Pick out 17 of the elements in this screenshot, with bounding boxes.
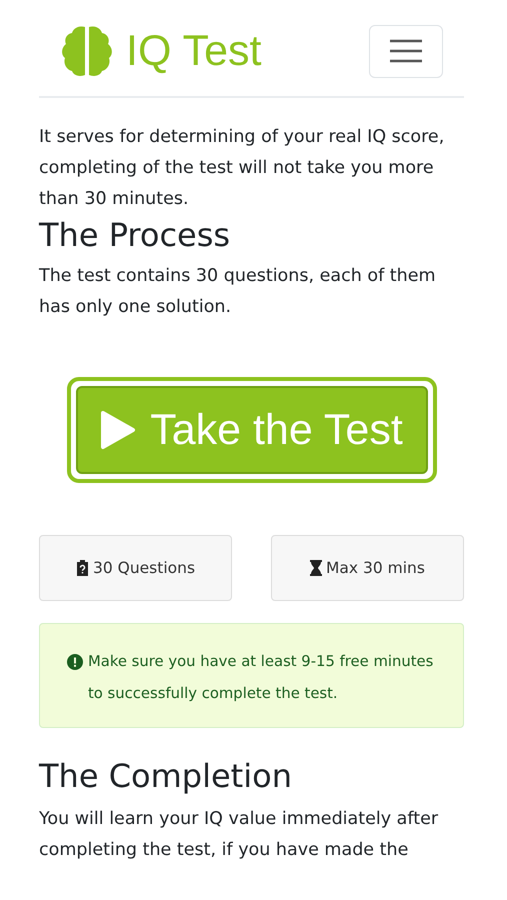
play-icon: [100, 410, 136, 450]
alert-text: Make sure you have at least 9-15 free minutes to successfully complete the test.: [88, 652, 434, 704]
take-test-button[interactable]: Take the Test: [66, 377, 436, 483]
exclamation-circle-icon: [67, 654, 83, 670]
menu-icon: [389, 39, 423, 63]
logo-text[interactable]: IQ Test: [126, 26, 262, 76]
stat-label: Max 30 mins: [326, 559, 425, 577]
section-heading: The Completion: [39, 756, 293, 796]
menu-button[interactable]: [369, 24, 443, 78]
brain-icon: [60, 24, 114, 78]
section-heading: The Process: [39, 215, 232, 255]
process-text: The test contains 30 questions, each of them has only one solution.: [39, 265, 437, 319]
intro-text: It serves for determining of your real IQ score, completing of the test will not take you more than 30 minutes.: [39, 126, 446, 211]
clipboard-question-icon: [76, 560, 89, 576]
completion-text: You will learn your IQ value immediately after completing the test, if you have made the: [39, 808, 440, 862]
hourglass-icon: [310, 560, 322, 576]
stat-label: 30 Questions: [92, 559, 196, 577]
